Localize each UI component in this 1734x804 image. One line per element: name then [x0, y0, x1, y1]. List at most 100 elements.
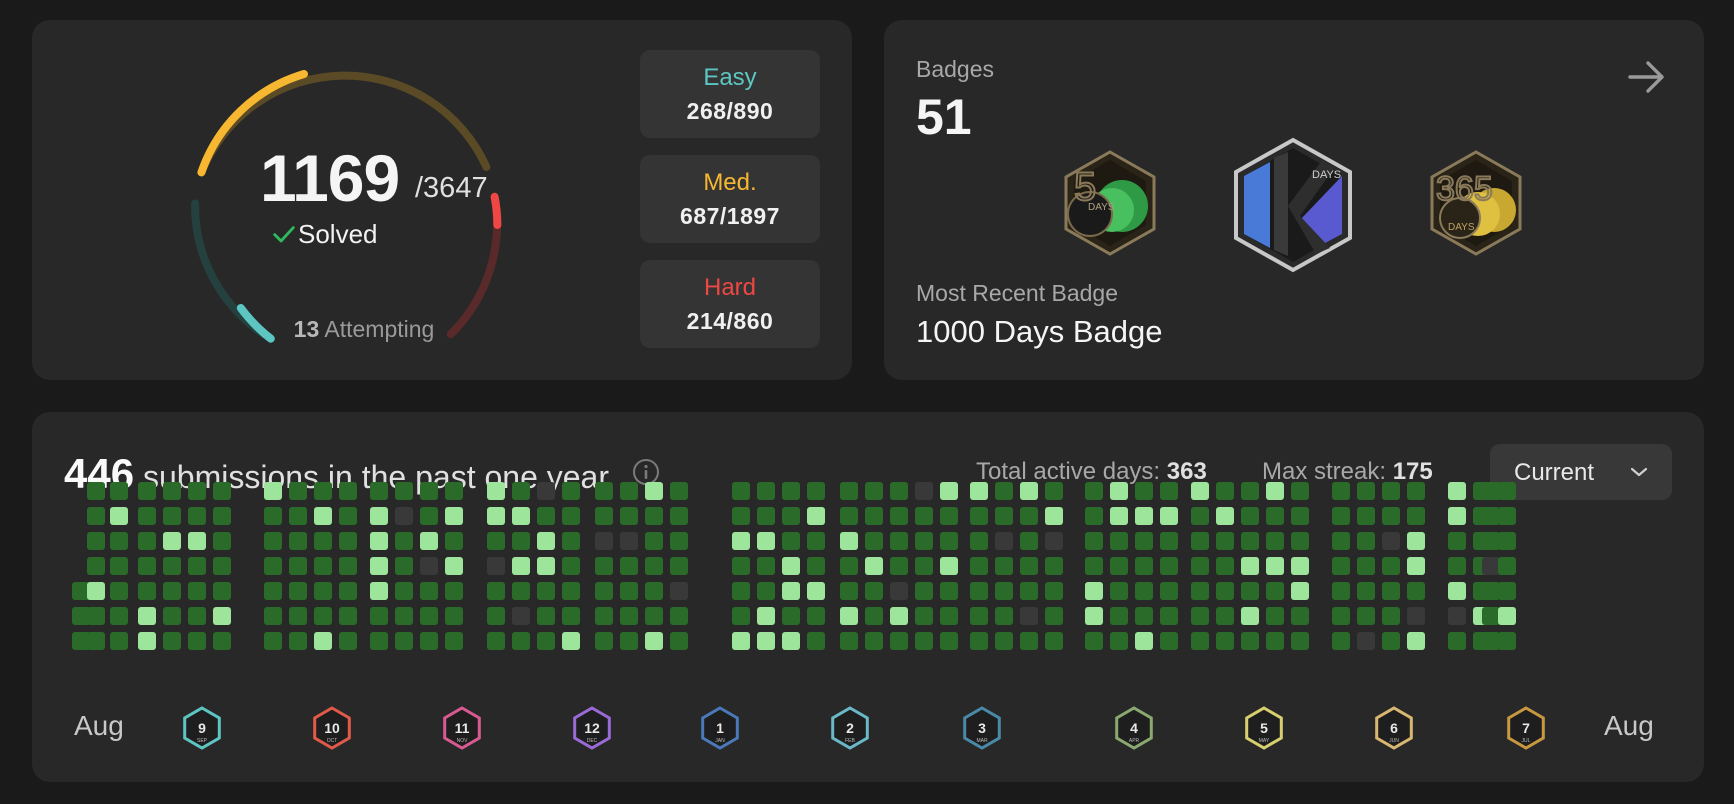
calendar-day-cell[interactable] [1216, 507, 1234, 525]
calendar-day-cell[interactable] [1045, 607, 1063, 625]
calendar-day-cell[interactable] [445, 557, 463, 575]
calendar-day-cell[interactable] [537, 607, 555, 625]
calendar-day-cell[interactable] [264, 632, 282, 650]
calendar-day-cell[interactable] [445, 607, 463, 625]
365-days-badge-icon[interactable]: DAYS 365 [1426, 148, 1526, 258]
calendar-day-cell[interactable] [264, 507, 282, 525]
calendar-day-cell[interactable] [1135, 632, 1153, 650]
calendar-day-cell[interactable] [1357, 582, 1375, 600]
calendar-day-cell[interactable] [487, 557, 505, 575]
calendar-day-cell[interactable] [138, 607, 156, 625]
calendar-day-cell[interactable] [537, 582, 555, 600]
calendar-day-cell[interactable] [1085, 557, 1103, 575]
calendar-day-cell[interactable] [1266, 607, 1284, 625]
calendar-day-cell[interactable] [970, 557, 988, 575]
calendar-day-cell[interactable] [1357, 532, 1375, 550]
calendar-day-cell[interactable] [807, 582, 825, 600]
calendar-day-cell[interactable] [1407, 607, 1425, 625]
calendar-day-cell[interactable] [1135, 557, 1153, 575]
calendar-day-cell[interactable] [645, 607, 663, 625]
calendar-day-cell[interactable] [289, 482, 307, 500]
calendar-day-cell[interactable] [1266, 632, 1284, 650]
calendar-day-cell[interactable] [840, 557, 858, 575]
calendar-day-cell[interactable] [757, 582, 775, 600]
calendar-day-cell[interactable] [782, 532, 800, 550]
calendar-day-cell[interactable] [1482, 532, 1500, 550]
calendar-day-cell[interactable] [537, 632, 555, 650]
calendar-day-cell[interactable] [562, 507, 580, 525]
calendar-day-cell[interactable] [87, 607, 105, 625]
calendar-day-cell[interactable] [915, 632, 933, 650]
calendar-day-cell[interactable] [1191, 582, 1209, 600]
calendar-day-cell[interactable] [87, 557, 105, 575]
calendar-day-cell[interactable] [1135, 482, 1153, 500]
calendar-day-cell[interactable] [314, 507, 332, 525]
calendar-day-cell[interactable] [807, 632, 825, 650]
monthly-badge-icon[interactable]: 2 FEB [831, 706, 869, 750]
calendar-day-cell[interactable] [1160, 582, 1178, 600]
calendar-day-cell[interactable] [1160, 507, 1178, 525]
calendar-day-cell[interactable] [1085, 482, 1103, 500]
calendar-day-cell[interactable] [807, 557, 825, 575]
difficulty-medium[interactable]: Med. 687/1897 [640, 155, 820, 243]
calendar-day-cell[interactable] [1085, 607, 1103, 625]
calendar-day-cell[interactable] [1448, 632, 1466, 650]
calendar-day-cell[interactable] [314, 582, 332, 600]
calendar-day-cell[interactable] [1291, 557, 1309, 575]
calendar-day-cell[interactable] [1045, 482, 1063, 500]
calendar-day-cell[interactable] [1482, 482, 1500, 500]
calendar-day-cell[interactable] [865, 632, 883, 650]
monthly-badge-icon[interactable]: 10 OCT [313, 706, 351, 750]
calendar-day-cell[interactable] [1241, 482, 1259, 500]
arrow-right-icon[interactable] [1624, 54, 1670, 100]
monthly-badge-icon[interactable]: 5 MAY [1245, 706, 1283, 750]
calendar-day-cell[interactable] [395, 532, 413, 550]
calendar-day-cell[interactable] [420, 607, 438, 625]
calendar-day-cell[interactable] [782, 582, 800, 600]
calendar-day-cell[interactable] [1332, 557, 1350, 575]
calendar-day-cell[interactable] [1266, 532, 1284, 550]
calendar-day-cell[interactable] [732, 607, 750, 625]
calendar-day-cell[interactable] [865, 507, 883, 525]
calendar-day-cell[interactable] [163, 507, 181, 525]
calendar-day-cell[interactable] [1020, 582, 1038, 600]
calendar-day-cell[interactable] [970, 482, 988, 500]
calendar-day-cell[interactable] [339, 532, 357, 550]
calendar-day-cell[interactable] [995, 607, 1013, 625]
calendar-day-cell[interactable] [1045, 557, 1063, 575]
calendar-day-cell[interactable] [537, 507, 555, 525]
calendar-day-cell[interactable] [314, 632, 332, 650]
monthly-badge-icon[interactable]: 1 JAN [701, 706, 739, 750]
calendar-day-cell[interactable] [940, 582, 958, 600]
calendar-day-cell[interactable] [339, 582, 357, 600]
calendar-day-cell[interactable] [1332, 632, 1350, 650]
calendar-day-cell[interactable] [890, 507, 908, 525]
calendar-day-cell[interactable] [138, 482, 156, 500]
calendar-day-cell[interactable] [865, 582, 883, 600]
calendar-day-cell[interactable] [1191, 507, 1209, 525]
difficulty-hard[interactable]: Hard 214/860 [640, 260, 820, 348]
calendar-day-cell[interactable] [1482, 557, 1500, 575]
calendar-day-cell[interactable] [645, 632, 663, 650]
calendar-day-cell[interactable] [670, 607, 688, 625]
calendar-day-cell[interactable] [840, 582, 858, 600]
calendar-day-cell[interactable] [1407, 532, 1425, 550]
calendar-day-cell[interactable] [1135, 507, 1153, 525]
calendar-day-cell[interactable] [445, 482, 463, 500]
calendar-day-cell[interactable] [915, 482, 933, 500]
calendar-day-cell[interactable] [138, 632, 156, 650]
calendar-day-cell[interactable] [188, 482, 206, 500]
calendar-day-cell[interactable] [1160, 482, 1178, 500]
calendar-day-cell[interactable] [1020, 532, 1038, 550]
calendar-day-cell[interactable] [110, 607, 128, 625]
calendar-day-cell[interactable] [1407, 482, 1425, 500]
calendar-day-cell[interactable] [289, 632, 307, 650]
calendar-day-cell[interactable] [1160, 557, 1178, 575]
calendar-day-cell[interactable] [1085, 507, 1103, 525]
calendar-day-cell[interactable] [1448, 507, 1466, 525]
calendar-day-cell[interactable] [620, 557, 638, 575]
monthly-badge-icon[interactable]: 7 JUL [1507, 706, 1545, 750]
calendar-day-cell[interactable] [915, 607, 933, 625]
calendar-day-cell[interactable] [138, 507, 156, 525]
calendar-day-cell[interactable] [289, 532, 307, 550]
